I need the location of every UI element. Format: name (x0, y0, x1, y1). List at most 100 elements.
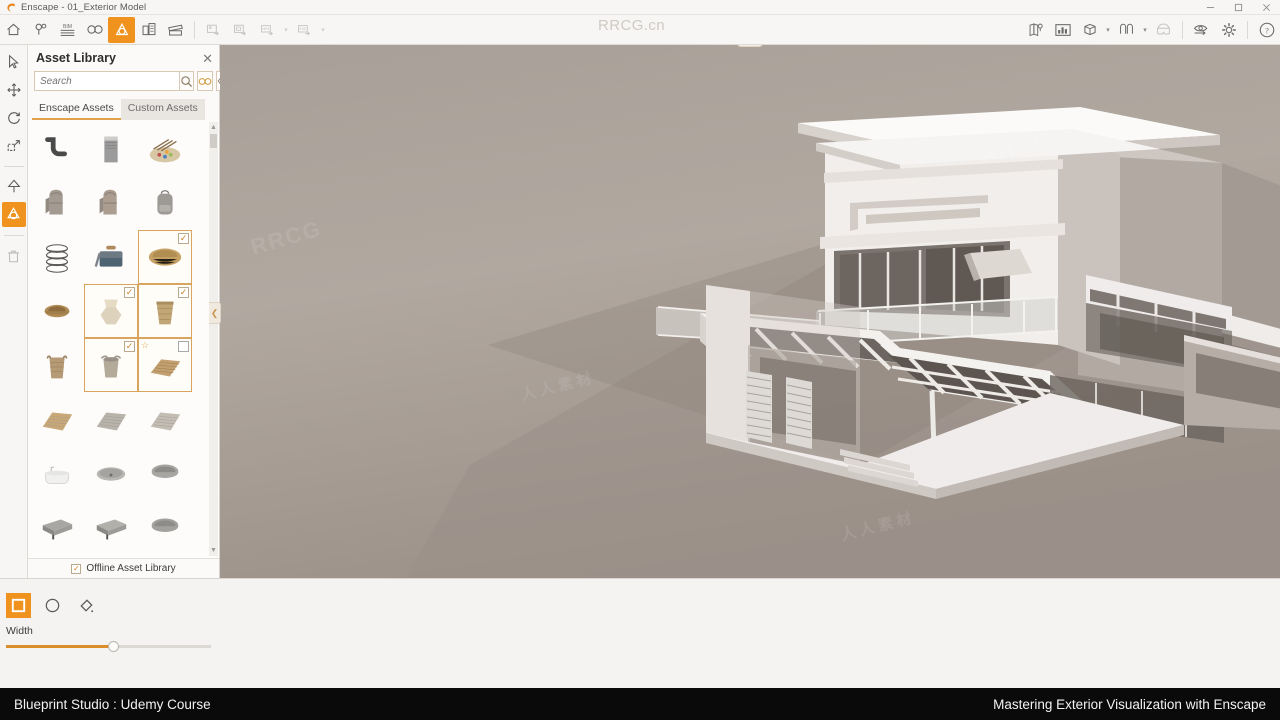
asset-cell-backpack-tan-asset[interactable] (84, 176, 138, 230)
asset-cell-woven-basket-tall-asset[interactable]: ✓ (138, 284, 192, 338)
asset-checkbox[interactable]: ✓ (178, 287, 189, 298)
close-button[interactable] (1252, 0, 1280, 15)
search-icon[interactable] (180, 71, 194, 91)
search-input[interactable] (34, 71, 180, 91)
chevron-down-icon[interactable]: ▾ (281, 17, 291, 43)
asset-checkbox[interactable]: ✓ (124, 287, 135, 298)
asset-cell-drop-in-basin-asset[interactable] (138, 500, 192, 554)
minimize-button[interactable] (1196, 0, 1224, 15)
svg-text:?: ? (1265, 26, 1269, 35)
help-icon[interactable]: ? (1253, 17, 1280, 43)
asset-cell-paint-palette-asset[interactable] (138, 122, 192, 176)
asset-cell-daypack-asset[interactable] (138, 176, 192, 230)
favorite-star-icon[interactable]: ☆ (141, 340, 149, 351)
bim-icon[interactable]: BIM (54, 17, 81, 43)
batch-placement-icon[interactable] (1, 202, 26, 227)
width-slider[interactable] (6, 641, 211, 652)
asset-checkbox[interactable]: ✓ (124, 341, 135, 352)
move-icon[interactable] (2, 77, 26, 102)
maximize-button[interactable] (1224, 0, 1252, 15)
chevron-down-icon[interactable]: ▾ (1103, 17, 1113, 43)
asset-library-tabs: Enscape Assets Custom Assets (32, 99, 219, 120)
asset-cell-ceramic-vase-wide-asset[interactable]: ✓ (84, 284, 138, 338)
faucet-asset (38, 132, 76, 166)
export-exe-icon[interactable]: EXE (291, 17, 318, 43)
scrollbar-thumb[interactable] (210, 134, 217, 148)
asset-cell-stone-pot-asset[interactable]: ✓ (84, 338, 138, 392)
wall-sink-asset (38, 456, 76, 490)
asset-cell-wall-sink-asset[interactable] (30, 446, 84, 500)
square-brush-icon[interactable] (6, 593, 31, 618)
asset-cell-round-basin-asset[interactable] (138, 446, 192, 500)
jute-rug-asset (38, 402, 76, 436)
trash-icon[interactable] (2, 243, 26, 268)
trough-sink-asset (38, 510, 76, 544)
toolbar-export-group: MP4 ▾ EXE ▾ (200, 15, 328, 45)
window-controls (1196, 0, 1280, 15)
circle-brush-icon[interactable] (40, 593, 65, 618)
placement-bottom-bar: Width Selected Assets ✓✓✓✓ Clear All Den… (0, 578, 1280, 688)
window-title: Enscape - 01_Exterior Model (21, 1, 147, 13)
asset-cell-counter-sink-asset[interactable] (84, 500, 138, 554)
vr-headset-icon[interactable] (1150, 17, 1177, 43)
asset-cell-textured-rug-asset[interactable] (84, 392, 138, 446)
asset-cell-faucet-asset[interactable] (30, 122, 84, 176)
tab-enscape-assets[interactable]: Enscape Assets (32, 99, 121, 120)
asset-checkbox[interactable]: ✓ (178, 233, 189, 244)
chart-icon[interactable] (1049, 17, 1076, 43)
slider-knob[interactable] (107, 641, 119, 652)
video-clapper-icon[interactable] (162, 17, 189, 43)
export-mp4-icon[interactable]: MP4 (254, 17, 281, 43)
location-pin-icon[interactable] (27, 17, 54, 43)
panorama-viewer-icon[interactable] (1113, 17, 1140, 43)
favorites-icon[interactable] (197, 71, 213, 91)
rotate-icon[interactable] (2, 105, 26, 130)
asset-cell-plain-rug-asset[interactable] (138, 392, 192, 446)
close-icon[interactable]: ✕ (202, 52, 213, 65)
polygon-brush-icon[interactable] (74, 593, 99, 618)
box-icon[interactable] (1076, 17, 1103, 43)
asset-cell-woven-basket-bowl-asset[interactable]: ✓ (138, 230, 192, 284)
home-icon[interactable] (0, 17, 27, 43)
main-toolbar: RRCG.cn BIM MP4 ▾ EXE ▾ ▾ ▾ ? (0, 15, 1280, 45)
visual-settings-icon[interactable] (1188, 17, 1215, 43)
asset-cell-messenger-bag-asset[interactable] (84, 230, 138, 284)
asset-checkbox[interactable]: ✓ (178, 341, 189, 352)
round-basin-asset (146, 456, 184, 490)
daypack-asset (146, 186, 184, 220)
tree-icon[interactable] (2, 174, 26, 199)
asset-cell-oval-basin-asset[interactable] (84, 446, 138, 500)
asset-cell-jute-rug-asset[interactable] (30, 392, 84, 446)
offline-library-checkbox[interactable]: ✓ (71, 563, 82, 574)
asset-cell-rattan-basket-handle-asset[interactable] (30, 338, 84, 392)
asset-cell-trough-sink-asset[interactable] (30, 500, 84, 554)
scroll-down-icon[interactable]: ▼ (209, 545, 218, 556)
asset-cell-backpack-grey-asset[interactable] (30, 176, 84, 230)
panel-collapse-button[interactable]: ❮ (209, 302, 221, 324)
select-cursor-icon[interactable] (2, 49, 26, 74)
toolbar-divider (194, 20, 195, 39)
asset-library-panel: Asset Library ✕ Enscape Assets Custom As… (28, 45, 232, 578)
asset-cell-woven-mat-asset[interactable]: ☆✓ (138, 338, 192, 392)
asset-library-icon[interactable] (108, 16, 135, 43)
scroll-up-icon[interactable]: ▲ (209, 122, 218, 133)
chevron-down-icon[interactable]: ▾ (318, 17, 328, 43)
asset-grid-scrollbar[interactable]: ▲ ▼ (209, 122, 218, 556)
export-panorama-icon[interactable] (227, 17, 254, 43)
3d-viewport[interactable]: ⌃ (220, 45, 1280, 588)
viewport-collapse-button[interactable]: ⌃ (737, 45, 763, 47)
enscape-logo-icon (5, 2, 17, 13)
building-icon[interactable] (135, 17, 162, 43)
scale-icon[interactable] (2, 133, 26, 158)
woven-basket-tall-asset (146, 294, 184, 328)
asset-cell-stacked-bowls-asset[interactable] (30, 230, 84, 284)
map-icon[interactable] (1022, 17, 1049, 43)
asset-cell-wooden-dish-asset[interactable] (30, 284, 84, 338)
vr-goggles-icon[interactable] (81, 17, 108, 43)
chevron-down-icon[interactable]: ▾ (1140, 17, 1150, 43)
asset-search-row (28, 71, 232, 93)
export-image-icon[interactable] (200, 17, 227, 43)
asset-cell-trash-bin-asset[interactable] (84, 122, 138, 176)
gear-icon[interactable] (1215, 17, 1242, 43)
tab-custom-assets[interactable]: Custom Assets (120, 99, 205, 120)
